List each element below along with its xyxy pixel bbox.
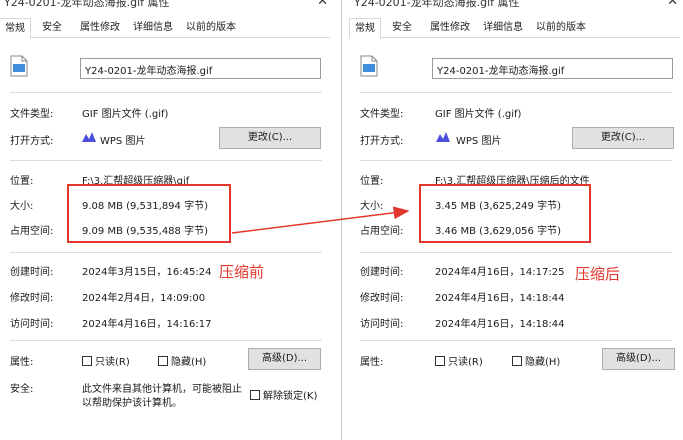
readonly-checkbox-label: 只读(R) [95, 357, 130, 368]
change-button[interactable]: 更改(C)... [572, 127, 674, 149]
tab-general[interactable]: 常规 [349, 18, 381, 39]
left-title-bar: Y24-0201-龙年动态海报.gif 属性 ✕ [0, 0, 330, 14]
filename-input[interactable]: Y24-0201-龙年动态海报.gif [80, 58, 321, 79]
file-type-value: GIF 图片文件 (.gif) [435, 109, 522, 120]
wps-image-icon [436, 132, 450, 142]
location-label: 位置: [10, 176, 34, 187]
open-with-label: 打开方式: [10, 136, 54, 147]
security-text-line1: 此文件来自其他计算机，可能被阻止 [82, 384, 242, 395]
modified-label: 修改时间: [360, 293, 404, 304]
separator [360, 92, 672, 93]
change-button[interactable]: 更改(C)... [219, 127, 321, 149]
size-highlight-box [419, 184, 591, 243]
file-type-label: 文件类型: [10, 109, 54, 120]
tab-details[interactable]: 详细信息 [478, 18, 528, 38]
left-tab-bar: 常规 安全 属性修改 详细信息 以前的版本 [0, 18, 330, 39]
disk-size-label: 占用空间: [10, 226, 54, 237]
readonly-checkbox[interactable]: 只读(R) [435, 353, 483, 368]
location-label: 位置: [360, 176, 384, 187]
unblock-checkbox[interactable]: 解除锁定(K) [250, 387, 317, 402]
file-type-label: 文件类型: [360, 109, 404, 120]
open-with-value: WPS 图片 [100, 136, 146, 147]
separator [360, 160, 672, 161]
wps-image-icon [82, 132, 96, 142]
right-window-title: Y24-0201-龙年动态海报.gif 属性 [354, 0, 520, 9]
separator [360, 340, 672, 341]
close-icon[interactable]: ✕ [317, 0, 328, 9]
readonly-checkbox[interactable]: 只读(R) [82, 353, 130, 368]
accessed-value: 2024年4月16日，14:16:17 [82, 319, 212, 330]
accessed-value: 2024年4月16日，14:18:44 [435, 319, 565, 330]
security-label: 安全: [10, 384, 34, 395]
gif-file-icon [10, 55, 28, 77]
tab-attribute-modify[interactable]: 属性修改 [425, 18, 475, 38]
filename-input[interactable]: Y24-0201-龙年动态海报.gif [432, 58, 673, 79]
hidden-checkbox-label: 隐藏(H) [171, 357, 207, 368]
tab-details[interactable]: 详细信息 [128, 18, 178, 38]
tab-previous-versions[interactable]: 以前的版本 [531, 18, 591, 38]
separator [10, 92, 322, 93]
accessed-label: 访问时间: [10, 319, 54, 330]
modified-value: 2024年2月4日，14:09:00 [82, 293, 206, 304]
created-value: 2024年4月16日，14:17:25 [435, 267, 565, 278]
after-compression-annotation: 压缩后 [575, 265, 621, 283]
separator [10, 340, 322, 341]
size-highlight-box [67, 184, 231, 243]
advanced-button[interactable]: 高级(D)... [248, 348, 321, 370]
size-label: 大小: [10, 201, 34, 212]
separator [10, 160, 322, 161]
separator [360, 252, 672, 253]
accessed-label: 访问时间: [360, 319, 404, 330]
tab-attribute-modify[interactable]: 属性修改 [75, 18, 125, 38]
checkbox-box[interactable] [250, 389, 260, 400]
created-label: 创建时间: [360, 267, 404, 278]
created-value: 2024年3月15日，16:45:24 [82, 267, 212, 278]
tab-general[interactable]: 常规 [0, 18, 31, 39]
readonly-checkbox-label: 只读(R) [448, 357, 483, 368]
hidden-checkbox-label: 隐藏(H) [525, 357, 561, 368]
security-text-line2: 以帮助保护该计算机。 [82, 398, 182, 409]
created-label: 创建时间: [10, 267, 54, 278]
unblock-checkbox-label: 解除锁定(K) [263, 391, 318, 402]
advanced-button[interactable]: 高级(D)... [602, 348, 675, 370]
hidden-checkbox[interactable]: 隐藏(H) [158, 353, 206, 368]
tab-security[interactable]: 安全 [387, 18, 417, 38]
right-title-bar: Y24-0201-龙年动态海报.gif 属性 ✕ [350, 0, 680, 14]
tab-previous-versions[interactable]: 以前的版本 [181, 18, 241, 38]
open-with-label: 打开方式: [360, 136, 404, 147]
attributes-label: 属性: [360, 357, 384, 368]
file-type-value: GIF 图片文件 (.gif) [82, 109, 169, 120]
checkbox-box[interactable] [512, 355, 522, 366]
checkbox-box[interactable] [82, 355, 92, 366]
gif-file-icon [360, 55, 378, 77]
before-compression-annotation: 压缩前 [219, 263, 265, 281]
attributes-label: 属性: [10, 357, 34, 368]
comparison-arrow-icon [231, 206, 410, 234]
right-tab-bar: 常规 安全 属性修改 详细信息 以前的版本 [349, 18, 680, 39]
left-window-title: Y24-0201-龙年动态海报.gif 属性 [4, 0, 170, 9]
checkbox-box[interactable] [158, 355, 168, 366]
hidden-checkbox[interactable]: 隐藏(H) [512, 353, 560, 368]
tab-security[interactable]: 安全 [37, 18, 67, 38]
open-with-value: WPS 图片 [456, 136, 502, 147]
checkbox-box[interactable] [435, 355, 445, 366]
modified-label: 修改时间: [10, 293, 54, 304]
separator [10, 252, 322, 253]
modified-value: 2024年4月16日，14:18:44 [435, 293, 565, 304]
close-icon[interactable]: ✕ [667, 0, 678, 9]
